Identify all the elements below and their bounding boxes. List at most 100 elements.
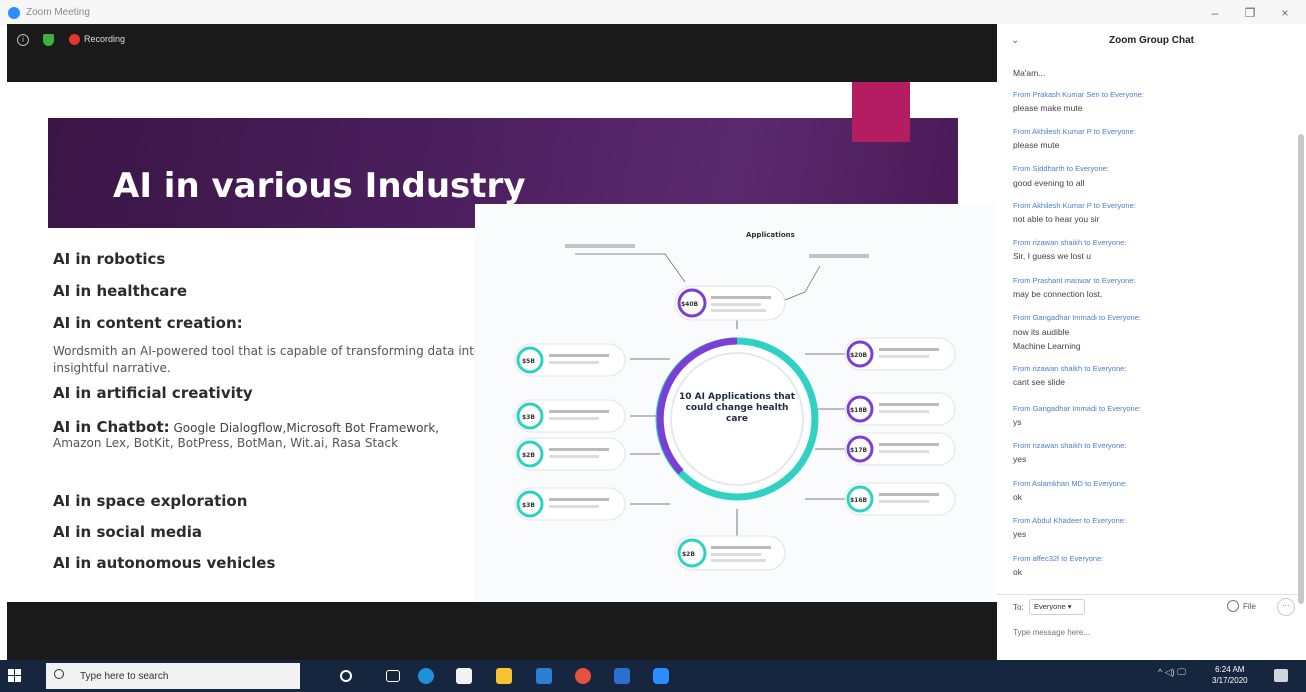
store-icon[interactable] [456,668,472,684]
bullet-chatbot-detail-2: Amazon Lex, BotKit, BotPress, BotMan, Wi… [53,436,399,450]
chat-message-text: yes [1013,454,1027,464]
chat-message-sender: From affec32f to Everyone: [1013,554,1104,563]
app-node-left-4-value: $3B [522,502,535,509]
chat-message-sender: From Akhilesh Kumar P to Everyone: [1013,201,1136,210]
annotation-right-placeholder [809,254,869,258]
zoom-app-icon [8,7,20,19]
chat-panel: ⌄ Zoom Group Chat Ma'am... From Prakash … [997,24,1306,660]
meeting-bottombar [7,602,997,660]
chat-message-text: not able to hear you sir [1013,214,1100,224]
chat-message-sender: From Gangadhar Immadi to Everyone: [1013,404,1141,413]
app-node-right-2-value: $18B [850,407,868,414]
bullet-social-media: AI in social media [53,523,203,541]
app-node-left-2: $3B [514,399,626,433]
edge-browser-icon[interactable] [418,668,434,684]
app-node-bottom-value: $2B [682,551,695,558]
maximize-button[interactable]: ❐ [1235,2,1265,24]
chat-footer-divider [997,594,1298,595]
bullet-space-exploration: AI in space exploration [53,492,248,510]
app-node-left-4: $3B [514,487,626,521]
window-title: Zoom Meeting [26,7,90,18]
bullet-robotics: AI in robotics [53,250,166,268]
cortana-icon[interactable] [340,670,352,682]
taskbar-search-placeholder: Type here to search [80,671,169,682]
chat-message-text: Ma'am... [1013,68,1046,78]
minimize-button[interactable]: – [1200,2,1230,24]
chat-message-text: cant see slide [1013,377,1065,387]
info-icon[interactable]: i [17,34,29,46]
chat-message-text: may be connection lost. [1013,289,1103,299]
search-icon [54,669,64,679]
task-view-icon[interactable] [386,670,400,682]
chat-message-text: good evening to all [1013,178,1085,188]
chat-message-input[interactable] [1013,624,1283,640]
app-node-right-2: $18B [844,392,956,426]
chat-message-text: Sir, I guess we lost u [1013,251,1091,261]
system-tray-icons[interactable]: ^ ◁) 🖵 [1158,667,1186,678]
bullet-content-creation-detail: Wordsmith an AI-powered tool that is cap… [53,344,482,375]
app-node-right-4: $16B [844,482,956,516]
meeting-topbar: i Recording [7,24,997,82]
bullet-content-creation: AI in content creation: [53,314,243,332]
chat-message-sender: From Siddharth to Everyone: [1013,164,1109,173]
app-icon[interactable] [614,668,630,684]
app-node-top-value: $40B [681,301,699,308]
windows-start-icon[interactable] [8,669,22,683]
taskbar-clock[interactable]: 6:24 AM 3/17/2020 [1212,664,1248,686]
center-text: 10 AI Applications that could change hea… [678,392,796,424]
bullet-artificial-creativity: AI in artificial creativity [53,384,253,402]
chat-message-sender: From Prakash Kumar Sen to Everyone: [1013,90,1144,99]
chat-message-sender: From rizawan shaikh to Everyone: [1013,441,1127,450]
recipient-label: To: [1013,603,1024,612]
annotation-left-placeholder [565,244,635,248]
windows-taskbar: Type here to search ^ ◁) 🖵 6:24 AM 3/17/… [0,660,1306,692]
mail-icon[interactable] [536,668,552,684]
clock-time: 6:24 AM [1215,665,1245,674]
zoom-taskbar-icon[interactable] [653,668,669,684]
chat-message-text: ok [1013,567,1022,577]
slide-title: AI in various Industry [113,166,526,206]
clock-date: 3/17/2020 [1212,676,1248,685]
notification-icon[interactable] [1274,669,1288,682]
chat-message-sender: From Aslamkhan MD to Everyone: [1013,479,1128,488]
chat-message-text: now its audible [1013,327,1070,337]
app-node-top: $40B [674,285,786,321]
file-button[interactable]: File [1243,602,1256,611]
app-node-right-1-value: $20B [850,352,868,359]
bullet-chatbot-label: AI in Chatbot: [53,418,170,436]
more-options-button[interactable]: ··· [1277,598,1295,616]
app-node-bottom: $2B [674,535,786,571]
chrome-icon[interactable] [575,668,591,684]
recipient-select[interactable]: Everyone ▾ [1029,599,1085,615]
file-explorer-icon[interactable] [496,668,512,684]
close-button[interactable]: × [1270,2,1300,24]
shared-screen: i Recording AI in various Industry AI in… [7,24,997,660]
chat-message-sender: From rizawan shaikh to Everyone: [1013,364,1127,373]
chat-message-text: please mute [1013,140,1060,150]
infographic-header: Applications [746,231,795,239]
bullet-autonomous-vehicles: AI in autonomous vehicles [53,554,276,572]
bullet-chatbot: AI in Chatbot: Google Dialogflow,Microso… [53,418,439,436]
recording-icon [69,34,80,45]
recording-label: Recording [84,34,126,44]
chat-header: ⌄ Zoom Group Chat [997,24,1306,58]
app-node-right-4-value: $16B [850,497,868,504]
bullet-healthcare: AI in healthcare [53,282,188,300]
chat-message-sender: From Akhilesh Kumar P to Everyone: [1013,127,1136,136]
app-node-left-3: $2B [514,437,626,471]
app-node-right-3-value: $17B [850,447,868,454]
file-icon[interactable] [1227,600,1239,612]
taskbar-search-box[interactable]: Type here to search [46,663,300,689]
chat-title: Zoom Group Chat [1109,35,1194,46]
chat-message-sender: From Prashant manwar to Everyone: [1013,276,1136,285]
app-node-left-2-value: $3B [522,414,535,421]
chat-message-sender: From rizawan shaikh to Everyone: [1013,238,1127,247]
slide-accent-block [852,82,910,142]
shield-icon[interactable] [43,34,54,46]
app-node-left-1-value: $5B [522,358,535,365]
bullet-chatbot-detail-1: Google Dialogflow,Microsoft Bot Framewor… [169,421,440,435]
chat-message-sender: From Abdul Khadeer to Everyone: [1013,516,1126,525]
chat-scrollbar[interactable] [1298,134,1304,604]
chat-message-text: ys [1013,417,1022,427]
chevron-down-icon[interactable]: ⌄ [1011,35,1019,46]
